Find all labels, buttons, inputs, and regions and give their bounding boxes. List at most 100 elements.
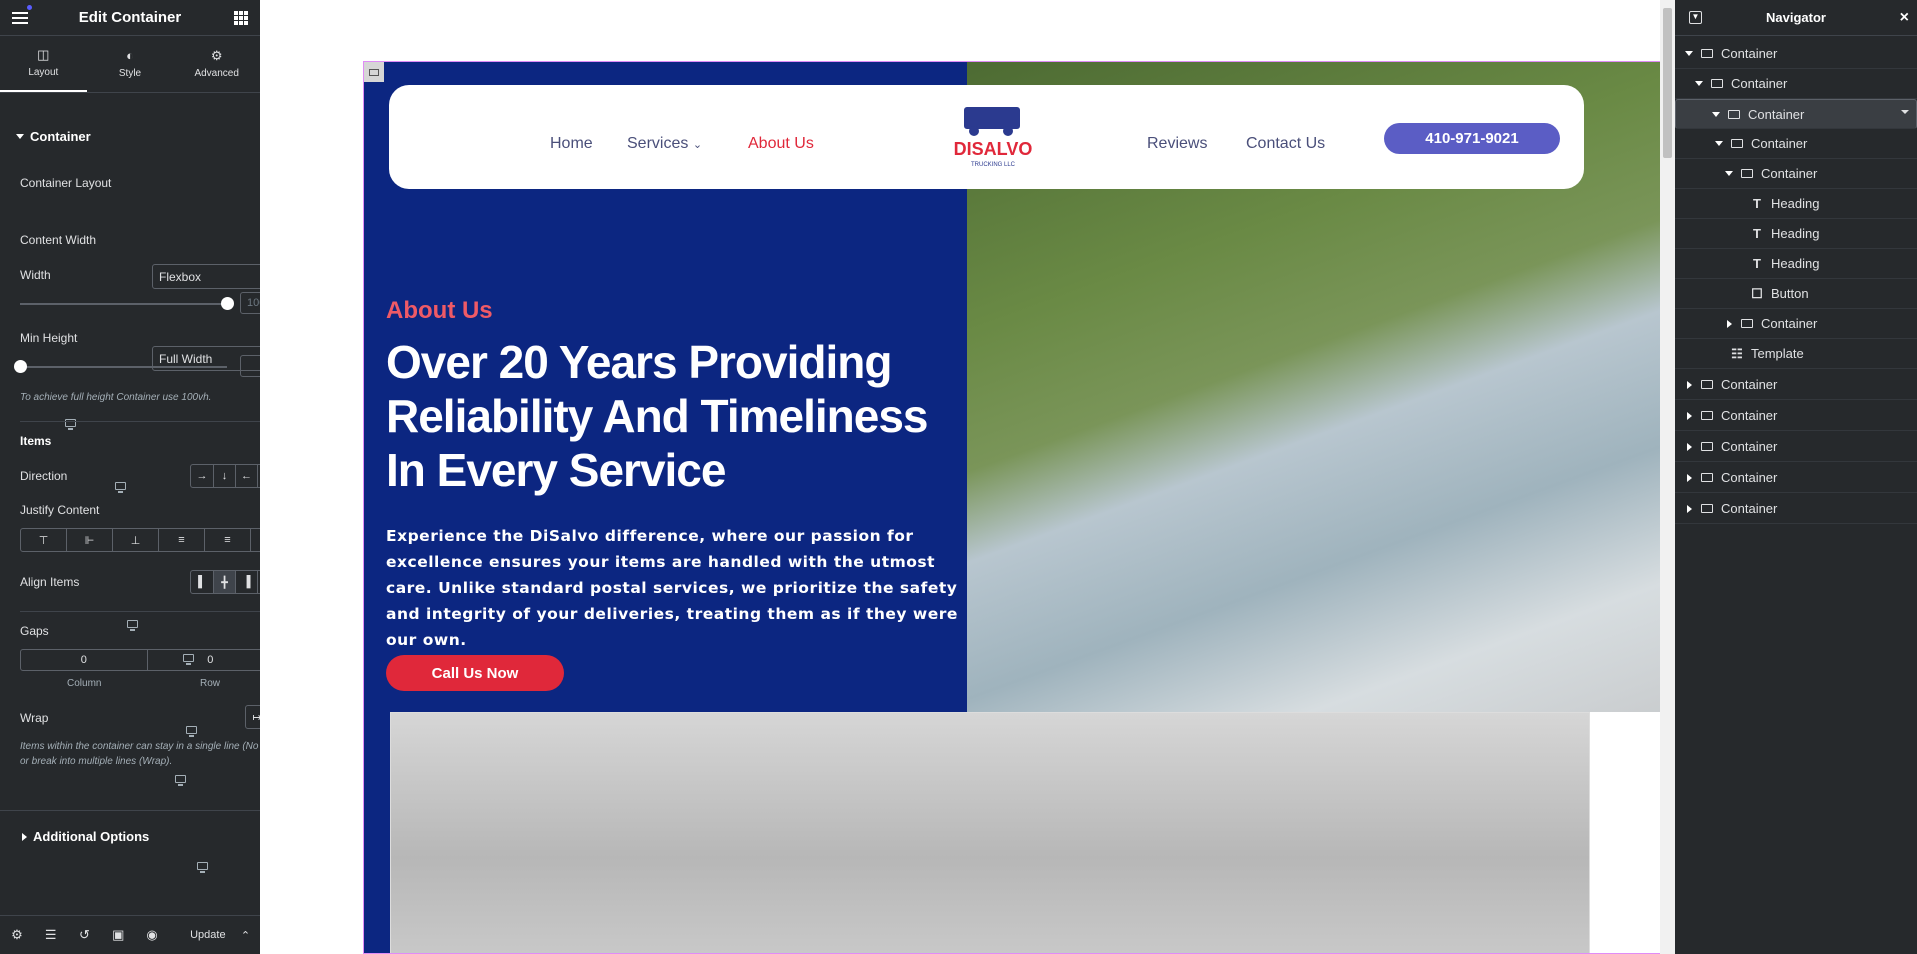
tab-advanced[interactable]: ⚙ Advanced — [173, 36, 260, 92]
nav-services[interactable]: Services ⌄ — [627, 135, 702, 153]
nav-reviews[interactable]: Reviews — [1147, 135, 1207, 153]
scrollbar-thumb[interactable] — [1663, 8, 1672, 158]
update-button[interactable]: Update — [175, 929, 241, 941]
justify-start-icon[interactable]: ⊤ — [21, 529, 66, 551]
direction-column-button[interactable]: ↓ — [213, 465, 235, 487]
caret-right-icon[interactable] — [1683, 442, 1695, 451]
hero-photo-trees — [390, 712, 1590, 953]
container-icon — [1701, 442, 1713, 451]
desktop-icon[interactable] — [186, 725, 198, 737]
desktop-icon[interactable] — [197, 861, 209, 873]
gaps-label: Gaps — [20, 624, 49, 638]
caret-right-icon[interactable] — [1683, 504, 1695, 513]
phone-button[interactable]: 410-971-9021 — [1384, 123, 1560, 154]
align-center-icon[interactable]: ╋ — [213, 571, 235, 593]
width-slider[interactable] — [20, 303, 227, 305]
close-icon[interactable]: × — [1900, 9, 1909, 27]
navigator-item-label: Heading — [1771, 226, 1820, 241]
caret-down-icon[interactable] — [1723, 171, 1735, 176]
heading-icon: T — [1753, 226, 1761, 241]
site-header: Home Services ⌄ About Us DISALVO TRUCKIN… — [389, 85, 1584, 189]
navigator-item-container[interactable]: Container — [1675, 129, 1917, 159]
hamburger-menu-icon[interactable] — [12, 12, 28, 24]
caret-down-icon[interactable] — [1713, 141, 1725, 146]
nav-contact[interactable]: Contact Us — [1246, 135, 1325, 153]
additional-options-toggle[interactable]: Additional Options — [22, 829, 149, 844]
section-container-toggle[interactable]: Container — [16, 129, 91, 144]
navigator-item-container[interactable]: Container — [1675, 309, 1917, 339]
justify-center-icon[interactable]: ⊩ — [66, 529, 112, 551]
chevron-up-icon[interactable]: ⌃ — [241, 929, 250, 942]
align-start-icon[interactable]: ▌ — [191, 571, 213, 593]
caret-down-icon[interactable] — [1693, 81, 1705, 86]
justify-space-between-icon[interactable]: ≡ — [158, 529, 204, 551]
navigator-item-container[interactable]: Container — [1675, 432, 1917, 462]
desktop-icon[interactable] — [174, 774, 186, 786]
container-icon — [1701, 473, 1713, 482]
navigator-item-heading[interactable]: T Heading — [1675, 249, 1917, 279]
preview-eye-icon[interactable]: ◉ — [135, 927, 169, 943]
navigator-item-container[interactable]: Container — [1675, 463, 1917, 493]
navigator-item-button[interactable]: ☐ Button — [1675, 279, 1917, 309]
container-icon — [1741, 319, 1753, 328]
width-slider-handle[interactable] — [221, 297, 234, 310]
navigator-item-container[interactable]: Container — [1675, 99, 1917, 129]
direction-row-reverse-button[interactable]: ← — [235, 465, 257, 487]
navigator-title: Navigator — [1766, 10, 1826, 25]
container-icon — [1728, 109, 1740, 119]
navigator-item-container[interactable]: Container — [1675, 159, 1917, 189]
tab-layout[interactable]: ◫ Layout — [0, 36, 87, 92]
history-icon[interactable]: ↺ — [68, 927, 102, 943]
widgets-grid-icon[interactable] — [234, 11, 248, 25]
min-height-slider-handle[interactable] — [14, 360, 27, 373]
section-container-title: Container — [30, 129, 91, 144]
caret-right-icon[interactable] — [1683, 411, 1695, 420]
nav-about[interactable]: About Us — [748, 135, 814, 153]
navigator-item-container[interactable]: Container — [1675, 401, 1917, 431]
caret-down-icon[interactable] — [1710, 111, 1722, 117]
navigator-item-container[interactable]: Container — [1675, 69, 1917, 99]
caret-down-icon[interactable] — [1683, 51, 1695, 56]
navigator-item-template[interactable]: ☷ Template — [1675, 339, 1917, 369]
align-end-icon[interactable]: ▐ — [235, 571, 257, 593]
justify-end-icon[interactable]: ⊥ — [112, 529, 158, 551]
heading-icon: T — [1753, 256, 1761, 271]
nav-services-label: Services — [627, 135, 689, 152]
navigator-item-container[interactable]: Container — [1675, 494, 1917, 524]
panel-header: Edit Container — [0, 0, 260, 36]
navigator-item-container[interactable]: Container — [1675, 370, 1917, 400]
canvas-scrollbar[interactable] — [1660, 0, 1675, 954]
collapse-all-icon[interactable]: ▼ — [1689, 11, 1702, 24]
settings-icon[interactable]: ⚙ — [0, 927, 34, 943]
navigator-item-label: Container — [1731, 76, 1788, 91]
caret-right-icon[interactable] — [1683, 380, 1695, 389]
hero-section[interactable]: Home Services ⌄ About Us DISALVO TRUCKIN… — [363, 61, 1683, 954]
direction-row-button[interactable]: → — [191, 465, 213, 487]
caret-right-icon[interactable] — [1723, 319, 1735, 328]
desktop-icon[interactable] — [126, 619, 138, 631]
caret-right-icon[interactable] — [1683, 473, 1695, 482]
tab-style[interactable]: ◐ Style — [87, 36, 174, 92]
container-icon — [369, 68, 379, 76]
gap-column-input[interactable]: 0 — [21, 650, 148, 670]
layers-icon[interactable]: ☰ — [34, 927, 68, 943]
logo-subtext: TRUCKING LLC — [971, 162, 1016, 168]
navigator-item-heading[interactable]: T Heading — [1675, 219, 1917, 249]
chevron-down-icon: ⌄ — [692, 139, 703, 151]
disalvo-logo[interactable]: DISALVO TRUCKING LLC — [954, 99, 1032, 175]
gap-row-caption: Row — [200, 678, 221, 689]
container-icon — [1731, 139, 1743, 148]
call-us-button[interactable]: Call Us Now — [386, 655, 564, 691]
navigator-item-heading[interactable]: T Heading — [1675, 189, 1917, 219]
desktop-icon[interactable] — [115, 481, 127, 493]
tab-layout-label: Layout — [28, 67, 59, 78]
container-icon — [1701, 504, 1713, 513]
navigator-item-label: Container — [1721, 377, 1778, 392]
nav-home[interactable]: Home — [550, 135, 593, 153]
min-height-slider[interactable] — [20, 366, 227, 368]
responsive-icon[interactable]: ▣ — [101, 927, 135, 943]
gap-row-input[interactable]: 0 — [148, 650, 274, 670]
justify-space-around-icon[interactable]: ≡ — [204, 529, 250, 551]
navigator-item-container[interactable]: Container — [1675, 39, 1917, 69]
container-edit-handle[interactable] — [364, 62, 384, 82]
